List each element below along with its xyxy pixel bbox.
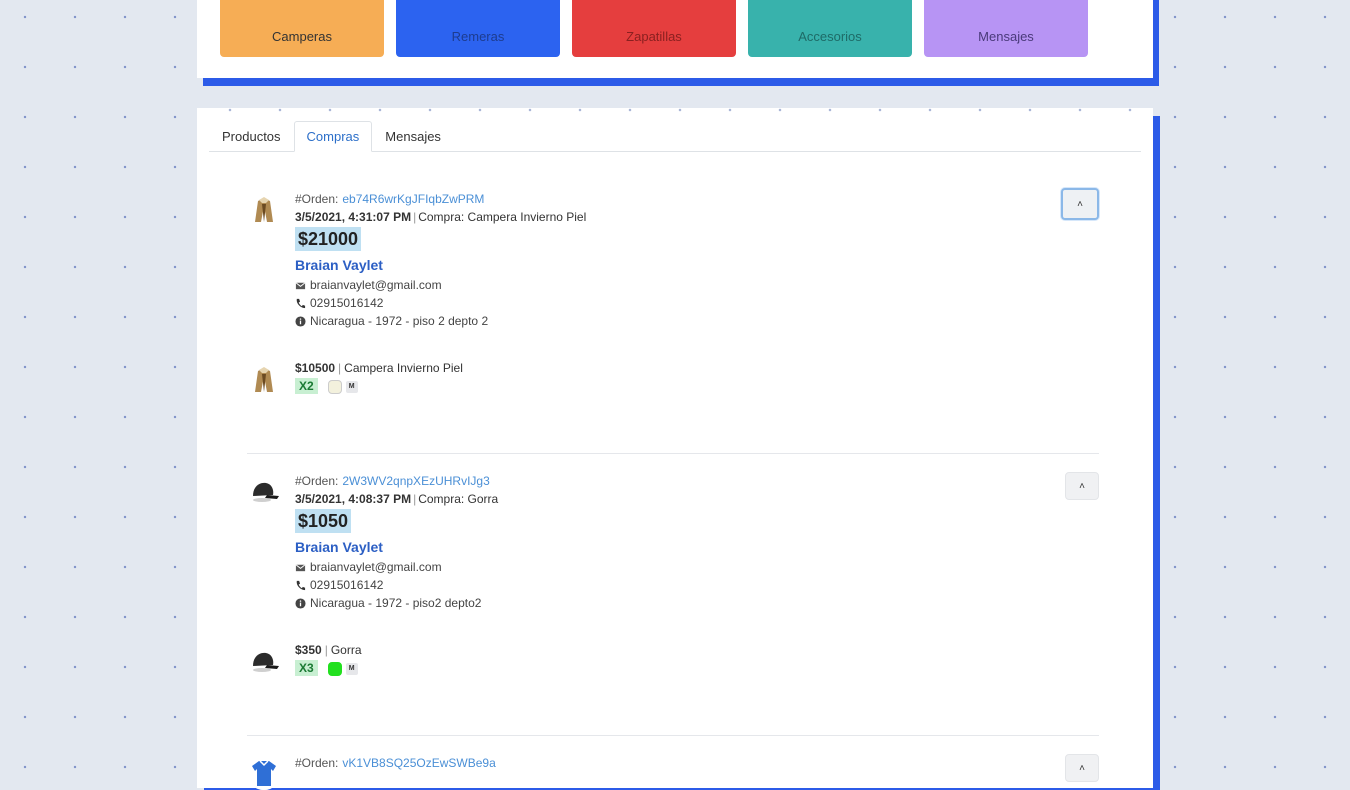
phone-icon xyxy=(296,298,306,308)
buyer-email: braianvaylet@gmail.com xyxy=(310,278,442,292)
mail-icon xyxy=(295,281,306,289)
item-price: $10500 xyxy=(295,361,336,375)
order-number-link[interactable]: eb74R6wrKgJFIqbZwPRM xyxy=(342,192,484,206)
collapse-button[interactable]: ˄ xyxy=(1065,754,1099,782)
chevron-up-icon: ˄ xyxy=(1079,762,1085,774)
order-number-label: #Orden: xyxy=(295,192,339,206)
shirt-icon xyxy=(247,756,281,790)
cap-icon xyxy=(247,644,281,678)
stat-label: Accesorios xyxy=(798,29,862,44)
tab-mensajes[interactable]: Mensajes xyxy=(372,121,454,151)
stat-label: Camperas xyxy=(272,29,332,44)
stat-count: 7 xyxy=(220,0,384,7)
order-info: #Orden: vK1VB8SQ25OzEwSWBe9a xyxy=(295,754,496,772)
stat-card-mensajes[interactable]: 4 Mensajes xyxy=(924,0,1088,57)
size-badge: M xyxy=(345,662,358,675)
buyer-name: Braian Vaylet xyxy=(295,539,383,555)
jacket-icon xyxy=(247,362,281,396)
order-purchase: Compra: Campera Invierno Piel xyxy=(418,210,587,224)
order-total: $1050 xyxy=(295,509,352,533)
divider xyxy=(247,735,1099,736)
stat-card-accesorios[interactable]: 5 Accesorios xyxy=(748,0,912,57)
stat-count: 5 xyxy=(748,0,912,7)
item-name: Campera Invierno Piel xyxy=(344,361,463,375)
item-name: Gorra xyxy=(330,643,362,657)
tab-compras[interactable]: Compras xyxy=(293,121,373,152)
info-icon xyxy=(295,597,306,609)
info-icon xyxy=(295,315,306,327)
item-price: $350 xyxy=(295,643,322,657)
color-swatch xyxy=(327,661,342,676)
tab-bar: Productos Compras Mensajes xyxy=(209,121,1141,152)
stat-card-remeras[interactable]: 8 Remeras xyxy=(396,0,560,57)
divider xyxy=(247,453,1099,454)
color-swatch xyxy=(327,379,342,394)
order-info: #Orden: eb74R6wrKgJFIqbZwPRM 3/5/2021, 4:… xyxy=(295,192,587,328)
chevron-up-icon: ˄ xyxy=(1079,480,1085,492)
collapse-button[interactable]: ˄ xyxy=(1061,188,1099,220)
stat-count: 8 xyxy=(396,0,560,7)
collapse-button[interactable]: ˄ xyxy=(1065,472,1099,500)
order-number-link[interactable]: 2W3WV2qnpXEzUHRvIJg3 xyxy=(342,474,489,488)
order-number-label: #Orden: xyxy=(295,756,339,770)
tab-productos[interactable]: Productos xyxy=(209,121,294,151)
stat-label: Mensajes xyxy=(978,29,1034,44)
buyer-email: braianvaylet@gmail.com xyxy=(310,560,442,574)
stat-count: 4 xyxy=(924,0,1088,7)
divider xyxy=(205,108,1133,112)
order-number-label: #Orden: xyxy=(295,474,339,488)
main-panel: Productos Compras Mensajes #Orden: eb74R6… xyxy=(197,108,1153,790)
stat-card-zapatillas[interactable]: 4 Zapatillas xyxy=(572,0,736,57)
chevron-up-icon: ˄ xyxy=(1077,198,1083,210)
buyer-address: Nicaragua - 1972 - piso 2 depto 2 xyxy=(310,314,489,328)
stat-card-camperas[interactable]: 7 Camperas xyxy=(220,0,384,57)
order-purchase: Compra: Gorra xyxy=(418,492,499,506)
size-badge: M xyxy=(345,380,358,393)
stat-label: Remeras xyxy=(451,29,505,44)
cap-icon xyxy=(247,474,281,508)
buyer-phone: 02915016142 xyxy=(310,296,384,310)
mail-icon xyxy=(295,563,306,571)
order-datetime: 3/5/2021, 4:08:37 PM xyxy=(295,492,412,506)
stats-panel: 7 Camperas 8 Remeras 4 Zapatillas 5 Acce… xyxy=(197,0,1153,78)
item-quantity: X3 xyxy=(295,660,318,676)
order-number-link[interactable]: vK1VB8SQ25OzEwSWBe9a xyxy=(342,756,495,770)
buyer-address: Nicaragua - 1972 - piso2 depto2 xyxy=(310,596,482,610)
item-quantity: X2 xyxy=(295,378,318,394)
stat-label: Zapatillas xyxy=(626,29,682,44)
stat-count: 4 xyxy=(572,0,736,7)
order-info: #Orden: 2W3WV2qnpXEzUHRvIJg3 3/5/2021, 4:… xyxy=(295,474,499,610)
phone-icon xyxy=(296,580,306,590)
buyer-phone: 02915016142 xyxy=(310,578,384,592)
order-total: $21000 xyxy=(295,227,362,251)
buyer-name: Braian Vaylet xyxy=(295,257,383,273)
jacket-icon xyxy=(247,192,281,226)
order-datetime: 3/5/2021, 4:31:07 PM xyxy=(295,210,412,224)
